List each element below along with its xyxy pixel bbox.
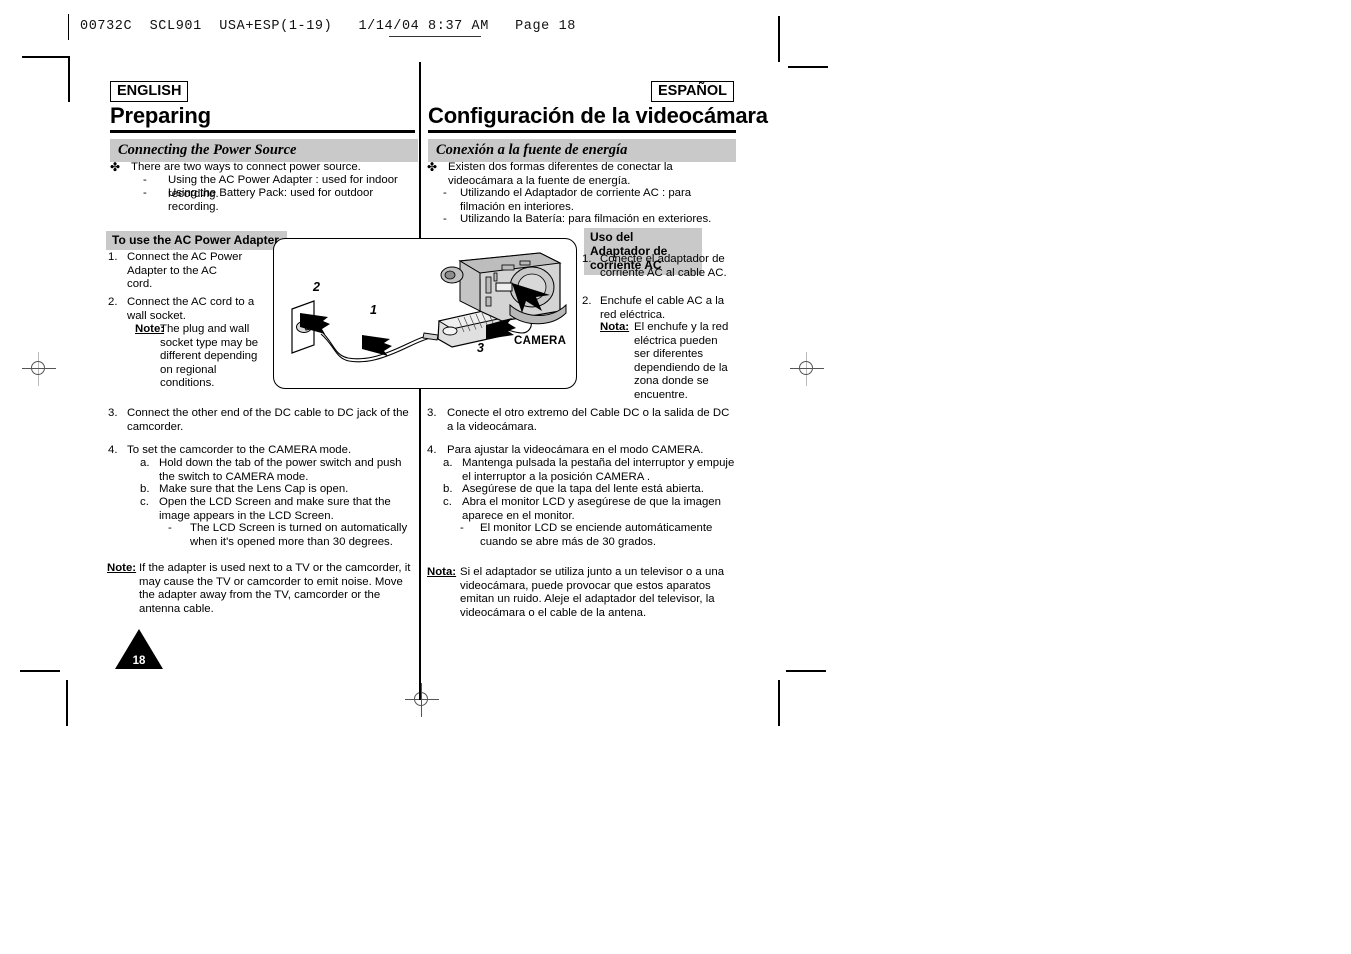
illustration-svg — [291, 252, 567, 363]
note-text-english-2: The plug and wall socket type may be dif… — [160, 323, 259, 390]
step-text-spanish-2: Enchufe el cable AC a la red eléctrica. — [600, 295, 725, 321]
step-number-spanish-3: 3. — [427, 407, 437, 419]
crop-mark-top-right-vertical — [778, 16, 780, 62]
substep-text-english-a: Hold down the tab of the power switch an… — [159, 457, 402, 483]
crop-mark-top-right-horizontal — [788, 66, 828, 68]
step-text-english-2: Connect the AC cord to a wall socket. — [127, 296, 255, 322]
step-number-spanish-1: 1. — [582, 253, 592, 265]
intro-dash-marker-spanish-2: - — [443, 213, 447, 225]
footnote-label-english: Note: — [107, 562, 137, 574]
substep-dash-marker-english: - — [168, 522, 172, 534]
illustration-step-label-3: 3 — [477, 341, 484, 355]
page-number: 18 — [132, 655, 146, 667]
header-underline — [389, 36, 481, 37]
crop-mark-top-left-horizontal — [22, 56, 68, 58]
language-tag-spanish: ESPAÑOL — [651, 81, 735, 102]
step-number-english-3: 3. — [108, 407, 118, 419]
section-heading-english: Connecting the Power Source — [110, 139, 418, 162]
step-text-spanish-3: Conecte el otro extremo del Cable DC o l… — [447, 407, 730, 433]
substep-label-spanish-c: c. — [443, 496, 452, 508]
substep-label-english-b: b. — [140, 483, 150, 495]
step-number-english-1: 1. — [108, 251, 118, 263]
intro-dash-marker-english-2: - — [143, 187, 147, 199]
crop-mark-bottom-left-horizontal — [20, 670, 60, 672]
power-connection-illustration: 2 1 3 CAMERA — [273, 238, 577, 389]
intro-dash-english-2: Using the Battery Pack: used for outdoor… — [168, 187, 374, 213]
intro-dash-spanish-2: Utilizando la Batería: para filmación en… — [460, 213, 712, 225]
substep-label-spanish-a: a. — [443, 457, 453, 469]
title-rule-left — [110, 130, 415, 133]
footnote-text-english: If the adapter is used next to a TV or t… — [139, 562, 411, 615]
substep-text-spanish-c: Abra el monitor LCD y asegúrese de que l… — [462, 496, 721, 522]
crop-mark-top-left-vertical — [68, 56, 70, 102]
substep-dash-marker-spanish: - — [460, 522, 464, 534]
step-text-spanish-4: Para ajustar la videocámara en el modo C… — [447, 444, 704, 456]
intro-dash-spanish-1: Utilizando el Adaptador de corriente AC … — [460, 187, 692, 213]
illustration-camera-label: CAMERA — [514, 335, 567, 347]
substep-dash-text-spanish: El monitor LCD se enciende automáticamen… — [480, 522, 713, 548]
substep-label-english-c: c. — [140, 496, 149, 508]
manual-page: 00732C SCL901 USA+ESP(1-19) 1/14/04 8:37… — [0, 0, 1351, 954]
section-heading-spanish: Conexión a la fuente de energía — [428, 139, 736, 162]
substep-text-spanish-b: Asegúrese de que la tapa del lente está … — [462, 483, 704, 495]
intro-lead-spanish: Existen dos formas diferentes de conecta… — [448, 161, 673, 187]
crop-mark-bottom-right-vertical — [778, 680, 780, 726]
substep-label-spanish-b: b. — [443, 483, 453, 495]
page-title-english: Preparing — [110, 103, 211, 128]
substep-text-english-b: Make sure that the Lens Cap is open. — [159, 483, 349, 495]
note-text-spanish-2: El enchufe y la red eléctrica pueden ser… — [634, 321, 729, 401]
registration-mark-right — [790, 352, 824, 386]
bullet-symbol-spanish: ✤ — [427, 160, 438, 174]
illustration-step-label-2: 2 — [313, 280, 320, 294]
step-number-english-4: 4. — [108, 444, 118, 456]
step-number-spanish-4: 4. — [427, 444, 437, 456]
crop-mark-bottom-right-horizontal — [786, 670, 826, 672]
bullet-symbol-english: ✤ — [110, 160, 121, 174]
substep-label-english-a: a. — [140, 457, 150, 469]
header-rule — [68, 14, 69, 40]
subsection-heading-english: To use the AC Power Adapter — [106, 231, 287, 250]
registration-mark-left — [22, 352, 56, 386]
step-text-spanish-1: Conecte el adaptador de corriente AC al … — [600, 253, 727, 279]
footnote-label-spanish: Nota: — [427, 566, 457, 578]
note-label-spanish-2: Nota: — [600, 321, 630, 333]
intro-dash-marker-spanish-1: - — [443, 187, 447, 199]
camcorder-icon — [440, 252, 567, 325]
substep-text-spanish-a: Mantenga pulsada la pestaña del interrup… — [462, 457, 735, 483]
page-title-spanish: Configuración de la videocámara — [428, 103, 768, 128]
substep-dash-text-english: The LCD Screen is turned on automaticall… — [190, 522, 408, 548]
title-rule-right — [428, 130, 736, 133]
substep-text-english-c: Open the LCD Screen and make sure that t… — [159, 496, 391, 522]
step-text-english-3: Connect the other end of the DC cable to… — [127, 407, 409, 433]
crop-mark-bottom-left-vertical — [66, 680, 68, 726]
step-number-english-2: 2. — [108, 296, 118, 308]
intro-lead-english: There are two ways to connect power sour… — [131, 161, 361, 173]
step-text-english-4: To set the camcorder to the CAMERA mode. — [127, 444, 352, 456]
language-tag-english: ENGLISH — [110, 81, 189, 102]
step-text-english-1: Connect the AC Power Adapter to the AC c… — [127, 251, 243, 291]
illustration-step-label-1: 1 — [370, 303, 377, 317]
intro-dash-marker-english-1: - — [143, 174, 147, 186]
step-number-spanish-2: 2. — [582, 295, 592, 307]
registration-mark-bottom — [405, 683, 439, 717]
printer-header-text: 00732C SCL901 USA+ESP(1-19) 1/14/04 8:37… — [80, 19, 576, 34]
footnote-text-spanish: Si el adaptador se utiliza junto a un te… — [460, 566, 725, 619]
